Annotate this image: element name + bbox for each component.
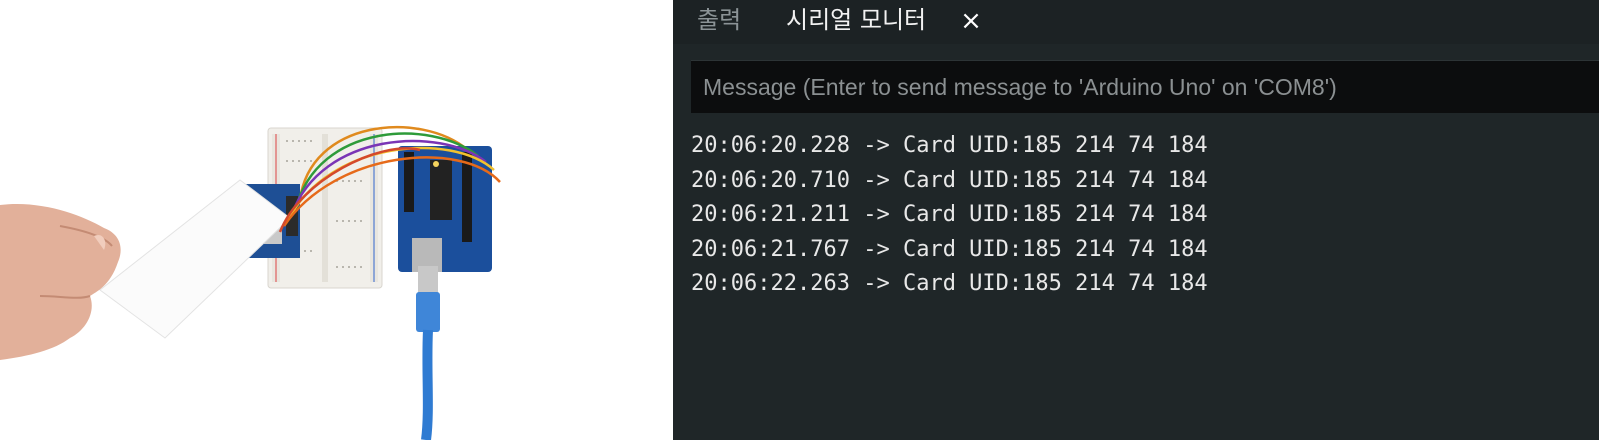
serial-text: Card UID:185 214 74 184 [902,133,1208,158]
hardware-photo [0,0,673,440]
serial-line: 20:06:20.228 -> Card UID:185 214 74 184 [691,129,1591,164]
hardware-photo-illustration [0,125,501,440]
serial-output: 20:06:20.228 -> Card UID:185 214 74 184 … [691,129,1591,302]
arduino-board [398,146,492,272]
tab-bar: 출력 시리얼 모니터 × [673,0,1599,44]
serial-text: Card UID:185 214 74 184 [902,271,1208,296]
serial-text: Card UID:185 214 74 184 [902,236,1208,262]
serial-arrow: -> [863,167,890,193]
serial-text: Card UID:185 214 74 184 [902,202,1208,227]
serial-timestamp: 20:06:21.767 [691,236,850,262]
message-input[interactable] [691,61,1581,113]
serial-line: 20:06:20.710 -> Card UID:185 214 74 184 [691,164,1591,199]
rfid-card [99,179,291,339]
serial-line: 20:06:21.767 -> Card UID:185 214 74 184 [691,233,1591,268]
usb-cable [416,266,440,440]
serial-text: Card UID:185 214 74 184 [902,167,1208,193]
serial-timestamp: 20:06:20.228 [691,133,850,158]
hand [0,203,121,360]
serial-timestamp: 20:06:22.263 [691,271,850,296]
serial-monitor-panel: 출력 시리얼 모니터 × 20:06:20.228 -> Card UID:18… [673,0,1599,440]
serial-line: 20:06:21.211 -> Card UID:185 214 74 184 [691,198,1591,233]
serial-arrow: -> [863,271,890,296]
message-input-container [691,60,1599,113]
tab-output[interactable]: 출력 [697,4,741,36]
serial-arrow: -> [863,133,890,158]
tab-serial-monitor[interactable]: 시리얼 모니터 [786,4,926,36]
serial-arrow: -> [863,236,890,262]
serial-arrow: -> [863,202,890,227]
serial-timestamp: 20:06:21.211 [691,202,850,227]
serial-line: 20:06:22.263 -> Card UID:185 214 74 184 [691,267,1591,302]
close-icon[interactable]: × [956,6,986,36]
serial-timestamp: 20:06:20.710 [691,167,850,193]
